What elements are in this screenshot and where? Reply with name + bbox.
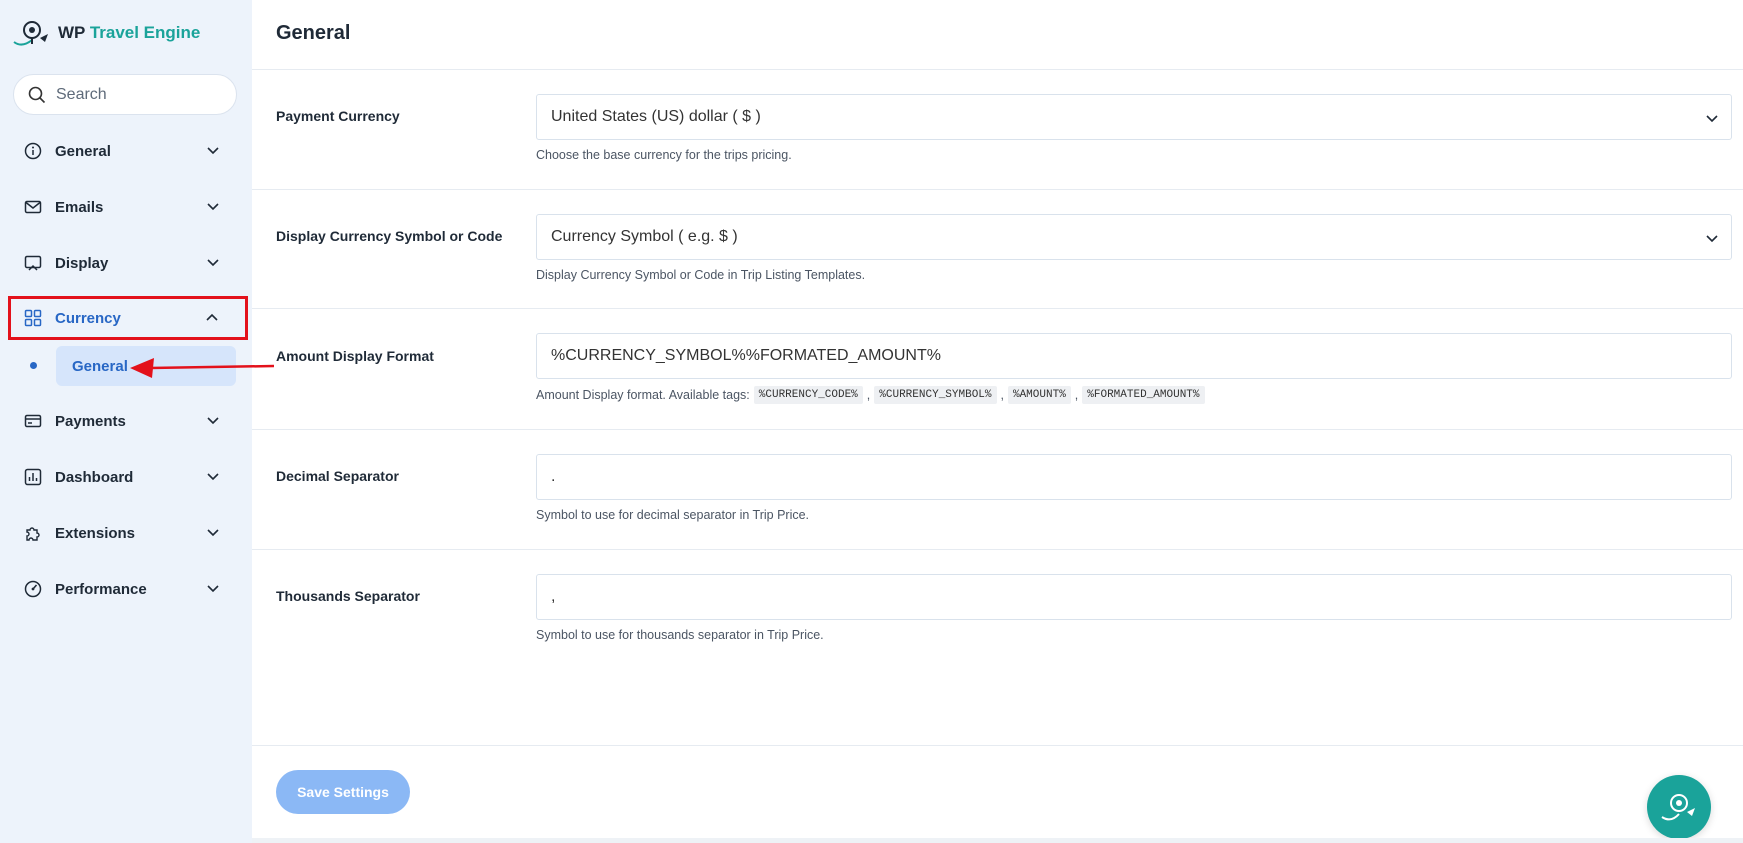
sidebar-item-dashboard[interactable]: Dashboard [10,457,246,497]
display-icon [23,253,43,273]
divider [252,69,1743,70]
help-text: Amount Display format. Available tags: [536,388,750,402]
help-text: Choose the base currency for the trips p… [536,148,792,162]
chevron-down-icon [207,473,219,481]
sidebar-item-general[interactable]: General [10,131,246,171]
help-text: Symbol to use for thousands separator in… [536,628,824,642]
travel-logo-icon [1661,794,1695,821]
chevron-down-icon [207,203,219,211]
search-input[interactable] [56,85,216,104]
sidebar-item-label: Extensions [55,524,136,542]
select-value: Currency Symbol ( e.g. $ ) [551,228,738,245]
sidebar-item-label: Performance [55,580,147,598]
sidebar-item-label: Currency [55,309,121,327]
field-label-thousands-separator: Thousands Separator [276,588,420,604]
decimal-separator-input[interactable] [536,454,1732,500]
chevron-down-icon [207,147,219,155]
grid-icon [23,308,43,328]
search-box[interactable] [13,74,237,115]
divider [252,549,1743,550]
field-label-amount-format: Amount Display Format [276,348,434,364]
chevron-down-icon [207,529,219,537]
tag-amount: %AMOUNT% [1007,386,1071,404]
footer-strip [252,838,1743,843]
thousands-separator-input[interactable] [536,574,1732,620]
active-dot [30,362,37,369]
field-label-payment-currency: Payment Currency [276,108,400,124]
sidebar-item-label: Display [55,254,109,272]
sidebar-item-label: Emails [55,198,104,216]
chevron-down-icon [1706,115,1718,123]
tag-currency-code: %CURRENCY_CODE% [753,386,863,404]
divider [252,745,1743,746]
chevron-down-icon [207,585,219,593]
tag-currency-symbol: %CURRENCY_SYMBOL% [874,386,997,404]
save-settings-button[interactable]: Save Settings [276,770,410,814]
brand-logo[interactable]: WP Travel Engine [12,18,200,48]
divider [252,189,1743,190]
chevron-up-icon [206,313,218,321]
amount-format-input[interactable] [536,333,1732,379]
field-label-display-currency: Display Currency Symbol or Code [276,228,503,244]
mail-icon [23,197,43,217]
chevron-down-icon [1706,235,1718,243]
sidebar-item-payments[interactable]: Payments [10,401,246,441]
chevron-down-icon [207,259,219,267]
chevron-down-icon [207,417,219,425]
support-chat-button[interactable] [1647,775,1711,839]
sidebar-item-display[interactable]: Display [10,243,246,283]
payment-currency-select[interactable]: United States (US) dollar ( $ ) [536,94,1732,140]
sidebar-item-currency[interactable]: Currency [8,296,248,340]
card-icon [23,411,43,431]
gauge-icon [23,579,43,599]
sidebar-item-performance[interactable]: Performance [10,569,246,609]
search-icon [28,86,46,103]
chart-icon [23,467,43,487]
help-text-amount-format: Amount Display format. Available tags: %… [536,386,1205,404]
sidebar-item-label: General [55,142,111,160]
tag-formated-amount: %FORMATED_AMOUNT% [1082,386,1205,404]
divider [252,308,1743,309]
field-label-decimal-separator: Decimal Separator [276,468,399,484]
help-text: Symbol to use for decimal separator in T… [536,508,810,522]
travel-logo-icon [13,21,48,46]
help-text: Display Currency Symbol or Code in Trip … [536,268,866,282]
sidebar-item-label: Dashboard [55,468,134,486]
sidebar-item-extensions[interactable]: Extensions [10,513,246,553]
display-currency-select[interactable]: Currency Symbol ( e.g. $ ) [536,214,1732,260]
puzzle-icon [23,523,43,543]
brand-name: WP Travel Engine [58,23,201,42]
divider [252,429,1743,430]
main-content: General Payment Currency United States (… [252,0,1743,843]
sidebar-item-label: Payments [55,412,126,430]
select-value: United States (US) dollar ( $ ) [551,108,761,125]
info-icon [23,141,43,161]
page-title: General [276,22,351,44]
sidebar-item-emails[interactable]: Emails [10,187,246,227]
sidebar: WP Travel Engine General Emails Display [0,0,274,843]
